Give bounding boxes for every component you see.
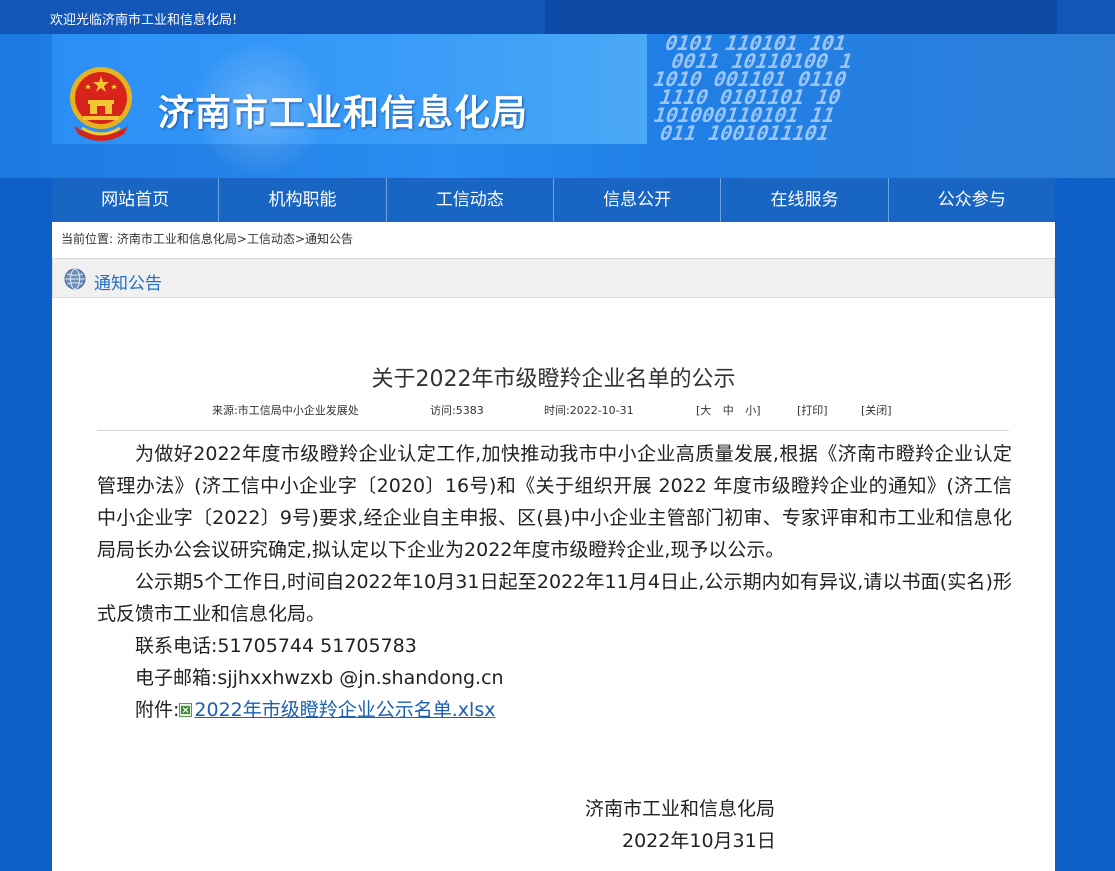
nav-item-public-participation[interactable]: 公众参与 [889, 178, 1055, 222]
body-paragraph: 公示期5个工作日,时间自2022年10月31日起至2022年11月4日止,公示期… [97, 571, 1012, 625]
article-title: 关于2022年市级瞪羚企业名单的公示 [371, 367, 736, 392]
article-date: 时间:2022-10-31 [544, 404, 634, 417]
main-nav: 网站首页 机构职能 工信动态 信息公开 在线服务 公众参与 [52, 178, 1055, 222]
contact-phone: 联系电话:51705744 51705783 [135, 635, 417, 657]
signature-organization: 济南市工业和信息化局 [585, 798, 776, 820]
breadcrumb-prefix: 当前位置: [61, 232, 114, 246]
breadcrumb-link-notices[interactable]: 通知公告 [305, 232, 353, 246]
binary-graphic: 0101 110101 101 0011 10110100 1 1010 001… [632, 34, 857, 145]
print-link[interactable]: [打印] [797, 402, 828, 418]
breadcrumb-link-home[interactable]: 济南市工业和信息化局 [117, 232, 237, 246]
close-link[interactable]: [关闭] [861, 402, 892, 418]
content-panel: 通知公告 关于2022年市级瞪羚企业名单的公示 来源:市工信局中小企业发展处 访… [52, 256, 1055, 871]
nav-item-functions[interactable]: 机构职能 [219, 178, 387, 222]
site-title: 济南市工业和信息化局 [158, 93, 529, 134]
body-paragraph: 为做好2022年度市级瞪羚企业认定工作,加快推动我市中小企业高质量发展,根据《济… [97, 443, 1012, 561]
nav-item-home[interactable]: 网站首页 [52, 178, 220, 222]
article-body: 为做好2022年度市级瞪羚企业认定工作,加快推动我市中小企业高质量发展,根据《济… [97, 438, 1012, 726]
globe-icon [64, 268, 86, 290]
breadcrumb: 当前位置: 济南市工业和信息化局>工信动态>通知公告 [52, 222, 1055, 256]
welcome-text: 欢迎光临济南市工业和信息化局! [50, 13, 238, 28]
contact-email: 电子邮箱:sjjhxxhwzxb @jn.shandong.cn [135, 667, 504, 689]
breadcrumb-separator: > [294, 232, 306, 246]
article-visits: 访问:5383 [430, 404, 484, 417]
national-emblem-icon [70, 67, 132, 141]
font-size-switch[interactable]: [大 中 小] [696, 402, 761, 418]
section-title[interactable]: 通知公告 [94, 269, 162, 294]
nav-item-online-service[interactable]: 在线服务 [721, 178, 889, 222]
breadcrumb-link-news[interactable]: 工信动态 [247, 232, 295, 246]
top-bar: 欢迎光临济南市工业和信息化局! [0, 0, 1115, 34]
breadcrumb-separator: > [236, 232, 247, 246]
nav-item-info-disclosure[interactable]: 信息公开 [554, 178, 722, 222]
excel-file-icon [179, 703, 193, 717]
section-header: 通知公告 [52, 258, 1055, 298]
article-source: 来源:市工信局中小企业发展处 [212, 404, 359, 417]
divider [97, 430, 1009, 431]
signature-date: 2022年10月31日 [622, 830, 776, 852]
nav-item-news[interactable]: 工信动态 [387, 178, 554, 222]
top-bar-right-panel [545, 0, 1057, 34]
attachment-link[interactable]: 2022年市级瞪羚企业公示名单.xlsx [194, 699, 495, 721]
attachment-label: 附件: [135, 699, 180, 721]
attachment-line: 附件: 2022年市级瞪羚企业公示名单.xlsx [97, 694, 1012, 726]
